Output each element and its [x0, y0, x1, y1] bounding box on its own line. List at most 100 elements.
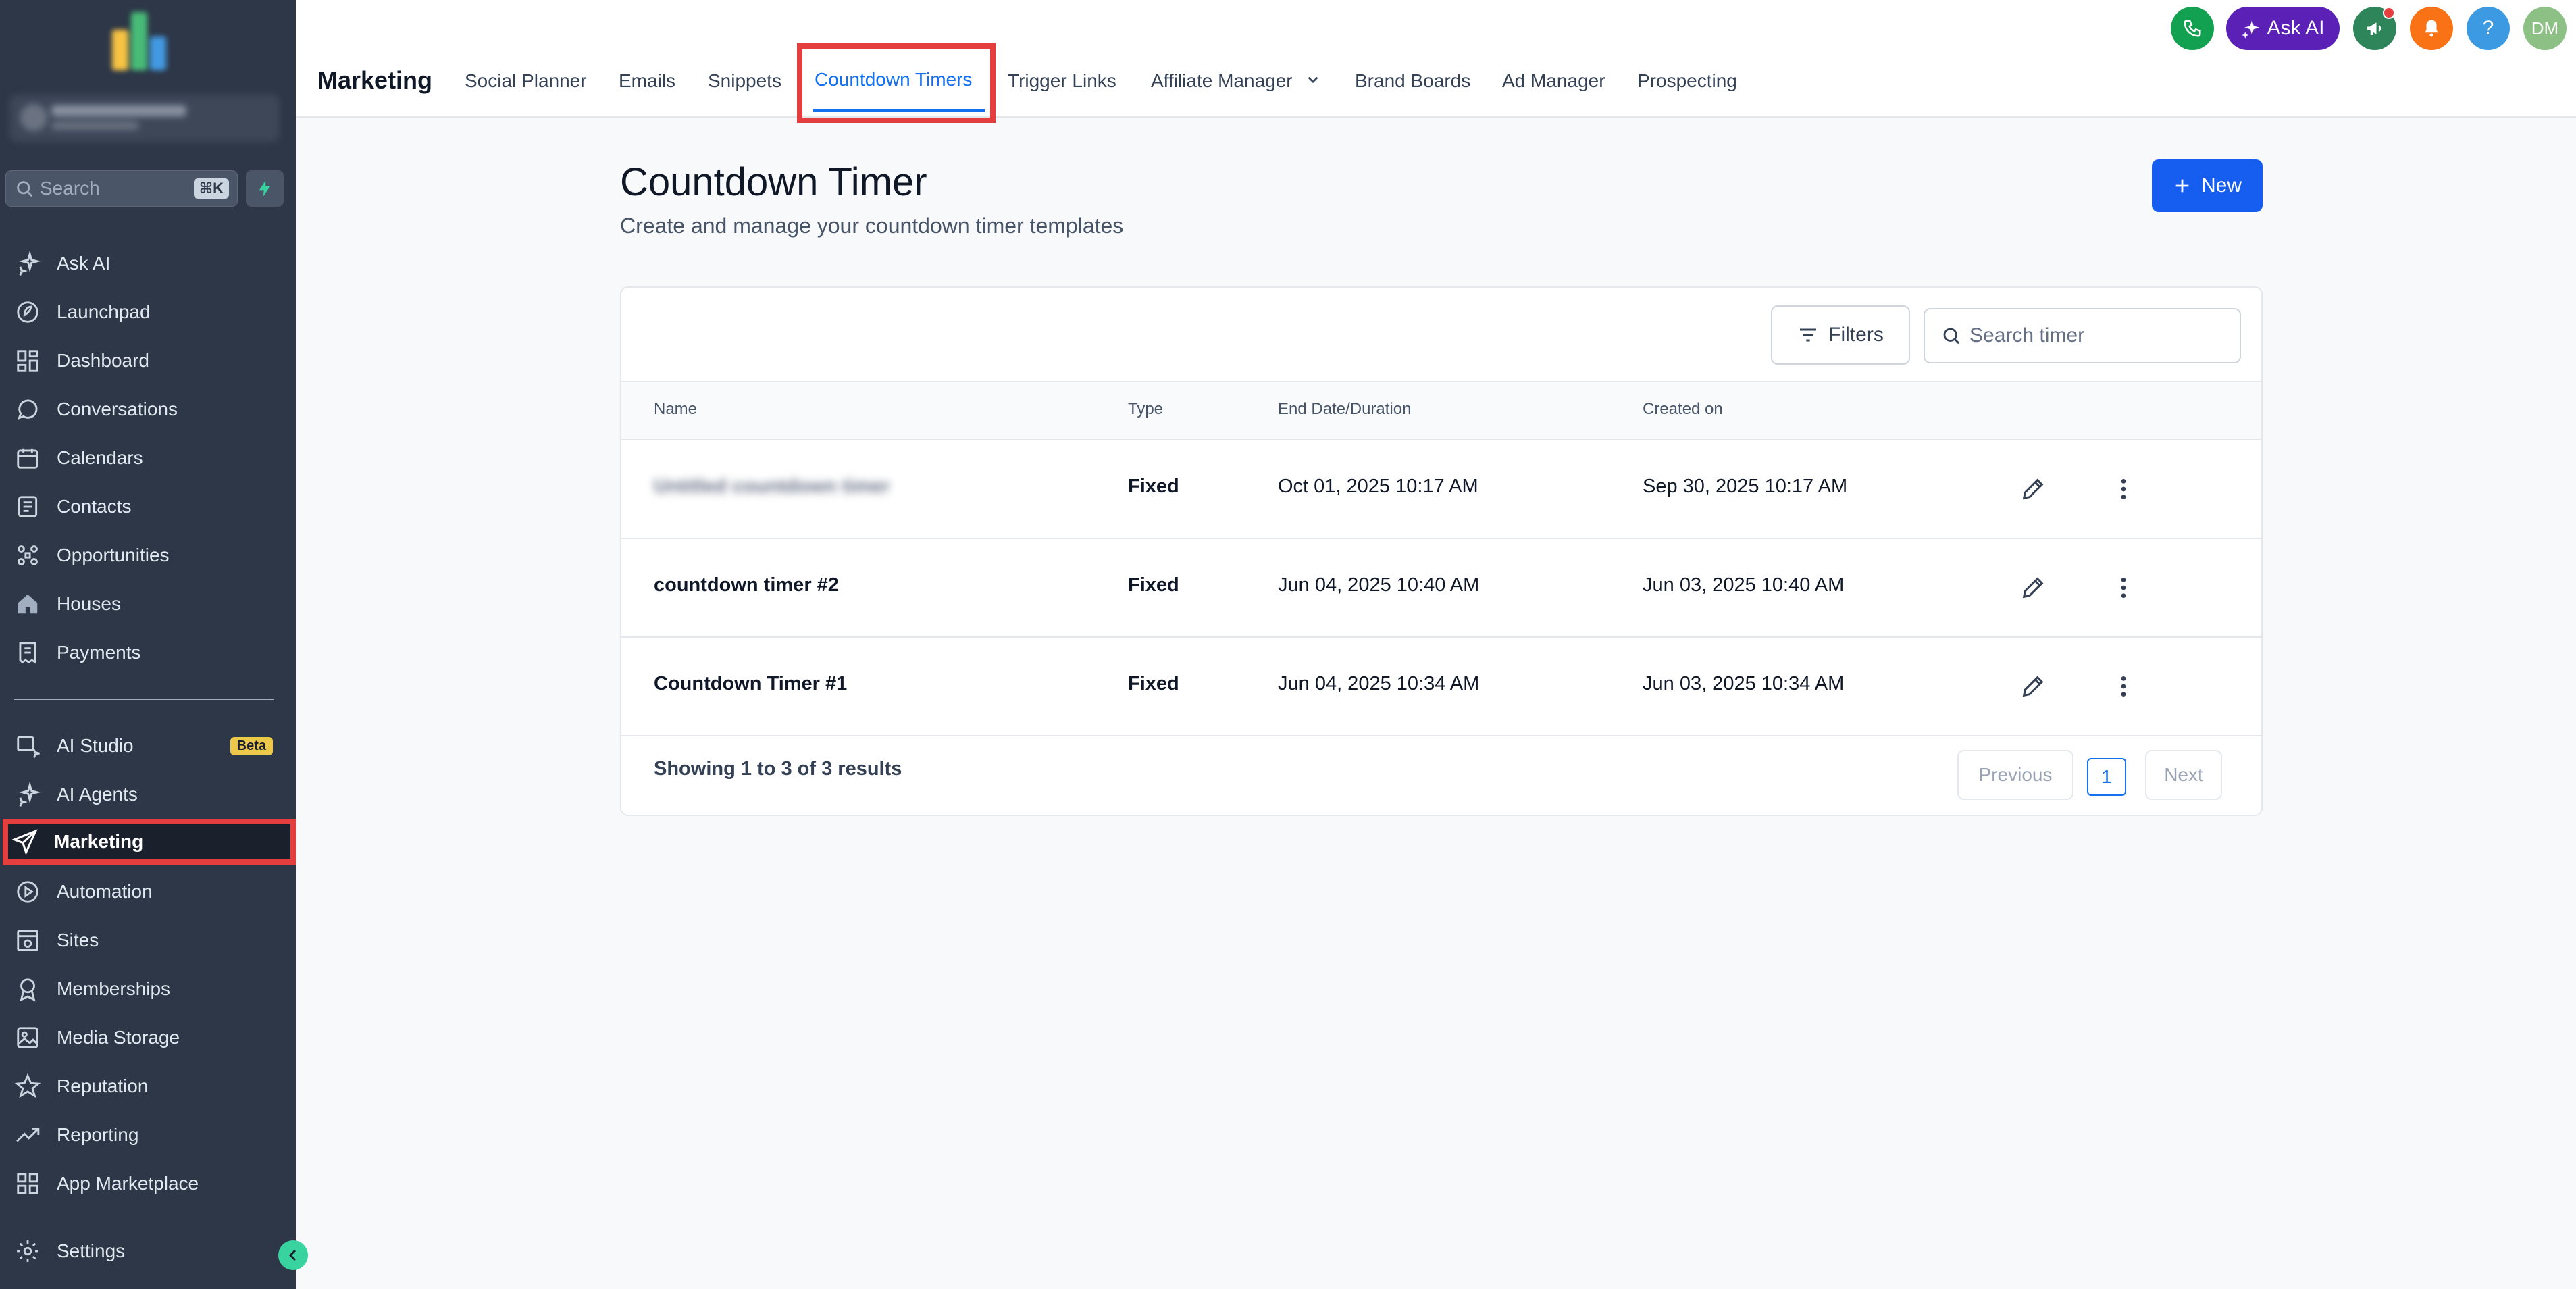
timer-type: Fixed: [1128, 673, 1179, 694]
page-title: Countdown Timer: [620, 160, 927, 204]
bell-icon: [2425, 20, 2438, 37]
more-options-icon[interactable]: [2107, 670, 2140, 703]
phone-button[interactable]: [2171, 7, 2214, 50]
sparkle-icon: [2242, 20, 2260, 39]
quick-actions-button[interactable]: [246, 170, 284, 207]
sidebar-item-automation[interactable]: Automation: [5, 869, 296, 915]
table-row[interactable]: Countdown Timer #1 Fixed Jun 04, 2025 10…: [621, 638, 2261, 736]
more-options-icon[interactable]: [2107, 473, 2140, 505]
timer-end-date: Jun 04, 2025 10:40 AM: [1278, 574, 1480, 596]
tab-snippets[interactable]: Snippets: [708, 70, 781, 92]
tab-affiliate-manager[interactable]: Affiliate Manager: [1151, 70, 1322, 93]
sidebar-item-opportunities[interactable]: Opportunities: [5, 532, 296, 578]
calendar-icon: [15, 445, 41, 471]
sidebar-item-ask-ai[interactable]: Ask AI: [5, 241, 296, 286]
company-logo: [108, 12, 178, 70]
tab-prospecting[interactable]: Prospecting: [1637, 70, 1737, 92]
sidebar-item-houses[interactable]: Houses: [5, 581, 296, 627]
sidebar-item-dashboard[interactable]: Dashboard: [5, 338, 296, 384]
timer-name[interactable]: countdown timer #2: [654, 574, 839, 597]
sidebar-item-reputation[interactable]: Reputation: [5, 1063, 296, 1109]
sidebar-item-ai-studio[interactable]: AI Studio Beta: [5, 723, 296, 769]
previous-page-button[interactable]: Previous: [1957, 750, 2073, 800]
chat-icon: [15, 397, 41, 422]
user-avatar[interactable]: DM: [2523, 7, 2567, 50]
sparkle-icon: [15, 781, 41, 807]
column-header-type[interactable]: Type: [1128, 400, 1163, 419]
tab-trigger-links[interactable]: Trigger Links: [1008, 70, 1116, 92]
current-page-number[interactable]: 1: [2087, 758, 2126, 796]
filters-button[interactable]: Filters: [1771, 305, 1910, 365]
announcements-button[interactable]: [2353, 7, 2396, 50]
column-header-end-date[interactable]: End Date/Duration: [1278, 400, 1411, 419]
sidebar-item-sites[interactable]: Sites: [5, 917, 296, 963]
edit-icon[interactable]: [2017, 572, 2049, 604]
timer-end-date: Jun 04, 2025 10:34 AM: [1278, 673, 1480, 694]
search-icon: [14, 178, 34, 199]
timer-created-on: Jun 03, 2025 10:40 AM: [1643, 574, 1845, 596]
timers-table-card: Filters Search timer Name Type End Date/…: [620, 286, 2263, 816]
timer-type: Fixed: [1128, 574, 1179, 596]
timer-name[interactable]: Countdown Timer #1: [654, 673, 847, 695]
search-shortcut: ⌘K: [193, 178, 229, 199]
star-icon: [14, 1073, 41, 1099]
gear-icon: [15, 1238, 41, 1264]
sidebar-item-conversations[interactable]: Conversations: [5, 386, 296, 432]
sidebar-item-ai-agents[interactable]: AI Agents: [5, 772, 296, 817]
collapse-sidebar-button[interactable]: [278, 1240, 308, 1270]
sidebar-item-marketing[interactable]: Marketing: [3, 819, 296, 865]
opportunities-icon: [15, 542, 41, 568]
next-page-button[interactable]: Next: [2145, 750, 2222, 800]
beta-badge: Beta: [230, 736, 273, 755]
account-switcher[interactable]: [9, 95, 280, 142]
page-subtitle: Create and manage your countdown timer t…: [620, 213, 1124, 238]
notifications-button[interactable]: [2410, 7, 2453, 50]
megaphone-icon: [2367, 22, 2381, 35]
column-header-created-on[interactable]: Created on: [1643, 400, 1723, 419]
chevron-down-icon: [1304, 71, 1322, 93]
search-placeholder: Search: [40, 178, 100, 199]
search-icon: [1943, 328, 1960, 345]
top-bar: Marketing Social Planner Emails Snippets…: [296, 0, 2576, 123]
sparkle-icon: [15, 250, 41, 276]
edit-icon[interactable]: [2017, 473, 2049, 505]
column-header-name[interactable]: Name: [654, 400, 697, 419]
tab-brand-boards[interactable]: Brand Boards: [1355, 70, 1470, 92]
section-title: Marketing: [317, 66, 433, 94]
sidebar-divider: [14, 699, 274, 700]
tab-emails[interactable]: Emails: [619, 70, 675, 92]
ask-ai-button[interactable]: Ask AI: [2226, 7, 2340, 50]
sidebar-item-payments[interactable]: Payments: [5, 630, 296, 676]
table-row[interactable]: countdown timer #2 Fixed Jun 04, 2025 10…: [621, 539, 2261, 638]
table-row[interactable]: Untitled countdown timer Fixed Oct 01, 2…: [621, 440, 2261, 539]
trend-icon: [15, 1122, 41, 1148]
sidebar-item-settings[interactable]: Settings: [5, 1228, 296, 1274]
results-summary: Showing 1 to 3 of 3 results: [654, 758, 902, 780]
timer-name[interactable]: Untitled countdown timer: [654, 476, 890, 498]
sidebar-search[interactable]: Search ⌘K: [5, 170, 238, 207]
tab-social-planner[interactable]: Social Planner: [465, 70, 587, 92]
apps-icon: [15, 1171, 41, 1196]
sidebar-item-app-marketplace[interactable]: App Marketplace: [5, 1161, 296, 1207]
phone-icon: [2184, 20, 2201, 37]
image-icon: [15, 1025, 41, 1051]
help-button[interactable]: ?: [2467, 7, 2510, 50]
sidebar-item-calendars[interactable]: Calendars: [5, 435, 296, 481]
sidebar-item-contacts[interactable]: Contacts: [5, 484, 296, 530]
ai-studio-icon: [15, 733, 41, 759]
sidebar-item-launchpad[interactable]: Launchpad: [5, 289, 296, 335]
award-icon: [15, 976, 41, 1002]
rocket-icon: [15, 299, 41, 325]
more-options-icon[interactable]: [2107, 572, 2140, 604]
search-timer-input[interactable]: Search timer: [1924, 308, 2241, 363]
new-timer-button[interactable]: New: [2152, 159, 2263, 212]
automation-icon: [15, 879, 41, 905]
sidebar-item-memberships[interactable]: Memberships: [5, 966, 296, 1012]
edit-icon[interactable]: [2017, 670, 2049, 703]
chevron-left-icon: [288, 1249, 297, 1261]
sidebar-item-reporting[interactable]: Reporting: [5, 1112, 296, 1158]
timer-end-date: Oct 01, 2025 10:17 AM: [1278, 476, 1478, 497]
tab-ad-manager[interactable]: Ad Manager: [1502, 70, 1605, 92]
sidebar-item-media-storage[interactable]: Media Storage: [5, 1015, 296, 1061]
filter-icon: [1800, 328, 1817, 342]
